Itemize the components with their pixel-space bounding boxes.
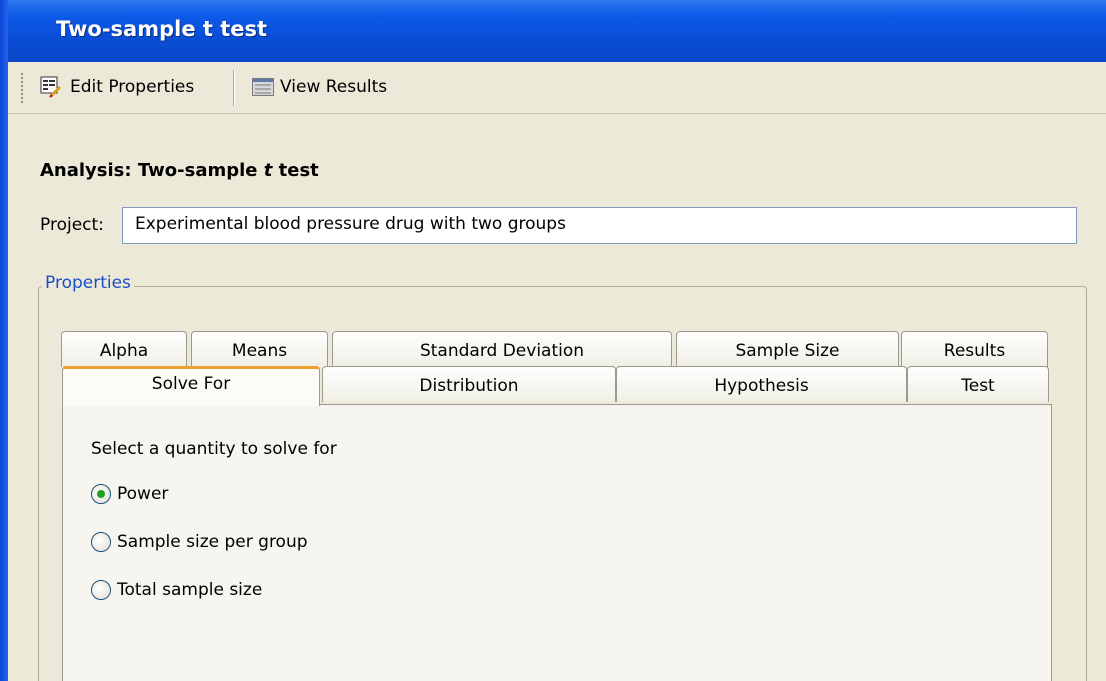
tab-hypothesis[interactable]: Hypothesis: [616, 366, 907, 402]
title-bar: Two-sample t test: [8, 0, 1106, 62]
analysis-heading: Analysis: Two-sample t test: [40, 160, 319, 181]
edit-properties-icon: [40, 76, 62, 98]
tab-test[interactable]: Test: [907, 366, 1049, 402]
tab-standard-deviation[interactable]: Standard Deviation: [332, 331, 672, 367]
tab-alpha[interactable]: Alpha: [61, 331, 187, 367]
tab-sample-size[interactable]: Sample Size: [676, 331, 899, 367]
option-sample-size-per-group[interactable]: Sample size per group: [91, 532, 308, 552]
toolbar-grip[interactable]: [20, 72, 24, 104]
power-radio[interactable]: [91, 484, 111, 504]
view-results-icon: [252, 78, 274, 96]
tab-distribution[interactable]: Distribution: [322, 366, 616, 402]
tab-results[interactable]: Results: [901, 331, 1048, 367]
tab-solve-for[interactable]: Solve For: [62, 366, 320, 406]
project-input[interactable]: Experimental blood pressure drug with tw…: [122, 207, 1077, 244]
toolbar: Edit Properties View Results: [8, 62, 1106, 114]
option-power[interactable]: Power: [91, 484, 168, 504]
analysis-heading-suffix: test: [272, 160, 319, 181]
window-left-border: [0, 0, 8, 681]
toolbar-separator: [233, 70, 235, 106]
sample-size-per-group-label: Sample size per group: [117, 532, 308, 552]
properties-legend: Properties: [42, 273, 134, 293]
view-results-label: View Results: [280, 77, 388, 97]
solve-for-panel: Select a quantity to solve for Power Sam…: [62, 404, 1052, 681]
power-label: Power: [117, 484, 169, 504]
window-title: Two-sample t test: [56, 17, 268, 41]
total-sample-size-radio[interactable]: [91, 580, 111, 600]
option-total-sample-size[interactable]: Total sample size: [91, 580, 262, 600]
total-sample-size-label: Total sample size: [117, 580, 263, 600]
edit-properties-button[interactable]: Edit Properties: [40, 70, 194, 104]
main-content: Analysis: Two-sample t test Project: Exp…: [8, 115, 1106, 681]
analysis-heading-prefix: Analysis: Two-sample: [40, 160, 264, 181]
edit-properties-label: Edit Properties: [70, 77, 195, 97]
solve-for-prompt: Select a quantity to solve for: [91, 439, 337, 459]
view-results-button[interactable]: View Results: [252, 70, 387, 104]
tab-means[interactable]: Means: [191, 331, 328, 367]
project-label: Project:: [40, 215, 104, 235]
sample-size-per-group-radio[interactable]: [91, 532, 111, 552]
